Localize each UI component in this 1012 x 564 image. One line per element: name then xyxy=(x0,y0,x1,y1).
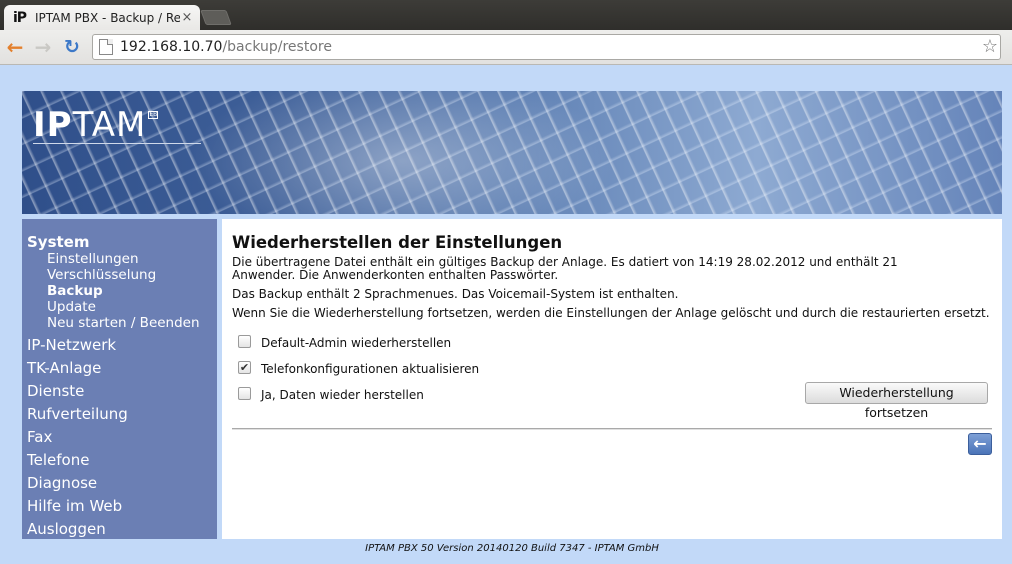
sidebar-item-diagnose[interactable]: Diagnose xyxy=(27,472,217,495)
backup-info-text: Die übertragene Datei enthält ein gültig… xyxy=(232,255,898,282)
sidebar-item-dienste[interactable]: Dienste xyxy=(27,380,217,403)
sidebar-subitems: Einstellungen Verschlüsselung Backup Upd… xyxy=(27,251,217,331)
default-admin-label: Default-Admin wiederherstellen xyxy=(261,336,452,350)
sidebar-item-system[interactable]: System xyxy=(27,234,217,251)
daten-wiederherstellen-checkbox[interactable] xyxy=(238,386,251,400)
banner-glow xyxy=(172,91,632,214)
url-path: /backup/restore xyxy=(222,39,332,55)
option-default-admin: Default-Admin wiederherstellen xyxy=(238,329,992,353)
divider xyxy=(232,428,992,430)
address-bar[interactable]: 192.168.10.70 /backup/restore ☆ xyxy=(92,34,1001,60)
sidebar-item-hilfe[interactable]: Hilfe im Web xyxy=(27,495,217,518)
sidebar-item-ip-netzwerk[interactable]: IP-Netzwerk xyxy=(27,334,217,357)
option-telefonkonfiguration: ✔ Telefonkonfigurationen aktualisieren xyxy=(238,355,992,379)
back-arrow-icon[interactable]: ← xyxy=(968,433,992,455)
logo-text-bold: IP xyxy=(33,105,73,145)
back-arrow-icon[interactable]: ← xyxy=(4,36,26,58)
reload-icon[interactable]: ↻ xyxy=(61,36,83,58)
continue-restore-button[interactable]: Wiederherstellung fortsetzen xyxy=(805,382,988,420)
iptam-logo: IPTAM EB xyxy=(33,103,159,145)
forward-arrow-icon[interactable]: → xyxy=(32,36,54,58)
sidebar-subitem-verschluesselung[interactable]: Verschlüsselung xyxy=(47,267,217,283)
new-tab-button[interactable] xyxy=(200,10,232,25)
default-admin-checkbox[interactable] xyxy=(238,334,251,348)
browser-toolbar: ← → ↻ 192.168.10.70 /backup/restore ☆ xyxy=(0,30,1012,65)
tab-title: IPTAM PBX - Backup / Res xyxy=(35,10,180,25)
url-host: 192.168.10.70 xyxy=(120,39,223,55)
browser-titlebar: iP IPTAM PBX - Backup / Res × xyxy=(0,0,1012,30)
header-banner: IPTAM EB xyxy=(22,91,1002,214)
sidebar-subitem-backup[interactable]: Backup xyxy=(47,283,217,299)
sidebar-item-ausloggen[interactable]: Ausloggen xyxy=(27,518,217,541)
browser-tab[interactable]: iP IPTAM PBX - Backup / Res × xyxy=(4,5,200,30)
page-title: Wiederherstellen der Einstellungen xyxy=(232,233,563,252)
page-icon xyxy=(99,39,113,55)
sidebar-item-rufverteilung[interactable]: Rufverteilung xyxy=(27,403,217,426)
daten-wiederherstellen-label: Ja, Daten wieder herstellen xyxy=(261,388,424,402)
sidebar-subitem-update[interactable]: Update xyxy=(47,299,217,315)
sidebar-item-telefone[interactable]: Telefone xyxy=(27,449,217,472)
logo-mark: EB xyxy=(148,111,159,119)
sidebar-item-fax[interactable]: Fax xyxy=(27,426,217,449)
logo-text: TAM xyxy=(72,105,147,145)
telefonkonfiguration-checkbox[interactable]: ✔ xyxy=(238,360,251,374)
logo-underline xyxy=(33,143,201,144)
close-tab-icon[interactable]: × xyxy=(180,10,194,25)
star-icon[interactable]: ☆ xyxy=(982,36,998,57)
warning-text: Wenn Sie die Wiederherstellung fortsetze… xyxy=(232,306,990,320)
sidebar-nav: System Einstellungen Verschlüsselung Bac… xyxy=(22,219,217,539)
telefonkonfiguration-label: Telefonkonfigurationen aktualisieren xyxy=(261,362,480,376)
sidebar-subitem-einstellungen[interactable]: Einstellungen xyxy=(47,251,217,267)
main-content: Wiederherstellen der Einstellungen Die ü… xyxy=(222,219,1002,539)
footer-version: IPTAM PBX 50 Version 20140120 Build 7347… xyxy=(365,543,659,554)
sidebar-subitem-neu-starten[interactable]: Neu starten / Beenden xyxy=(47,315,217,331)
sidebar-item-tk-anlage[interactable]: TK-Anlage xyxy=(27,357,217,380)
voicemail-info-text: Das Backup enthält 2 Sprachmenues. Das V… xyxy=(232,287,679,301)
favicon-icon: iP xyxy=(13,9,27,26)
